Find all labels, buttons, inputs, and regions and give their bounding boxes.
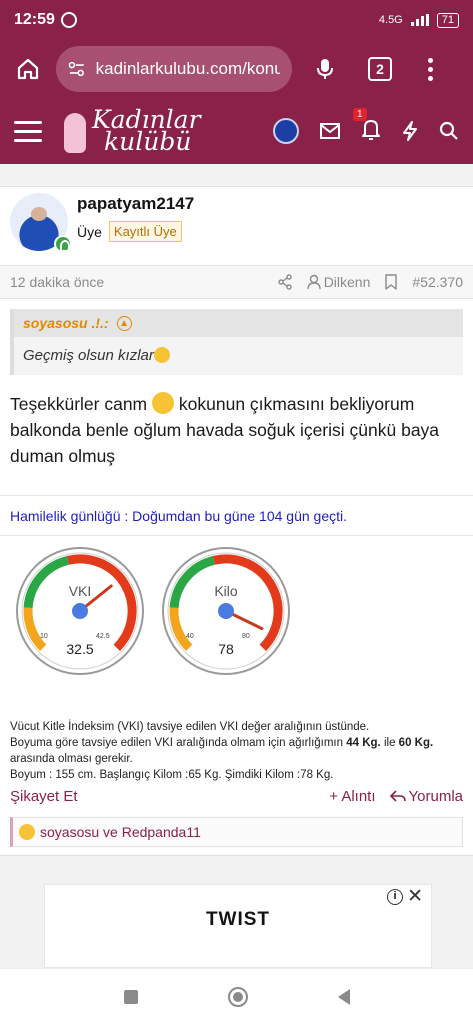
sad-reaction-icon xyxy=(19,824,35,840)
quote-block: soyasosu .!.: ▲ Geçmiş olsun kızlar xyxy=(10,309,463,375)
vki-gauge: VKI 10 42.5 32.5 xyxy=(14,545,146,677)
search-icon[interactable] xyxy=(439,121,459,141)
forum-post: papatyam2147 Üye Kayıtlı Üye 12 dakika ö… xyxy=(0,186,473,856)
url-text: kadinlarkulubu.com/konu xyxy=(95,59,280,78)
ad-info-icon[interactable]: i xyxy=(387,889,403,905)
home-icon xyxy=(17,58,39,80)
alerts-button[interactable]: 1 xyxy=(353,107,381,145)
alert-count-badge: 1 xyxy=(353,107,367,121)
person-icon xyxy=(306,274,321,290)
worried-emoji-icon xyxy=(152,392,175,414)
browser-menu-button[interactable] xyxy=(428,57,433,81)
reply-button[interactable]: Yorumla xyxy=(389,788,463,805)
username[interactable]: papatyam2147 xyxy=(77,194,194,214)
signature-line[interactable]: Hamilelik günlüğü : Doğumdan bu güne 104… xyxy=(0,495,473,536)
jump-up-icon[interactable]: ▲ xyxy=(116,315,132,331)
user-avatar[interactable] xyxy=(10,193,72,253)
listen-label: Dilkenn xyxy=(323,274,371,290)
lightning-icon[interactable] xyxy=(401,120,419,142)
post-message: Teşekkürler canm kokunun çıkmasını bekli… xyxy=(10,392,440,466)
reply-icon xyxy=(389,790,406,802)
site-settings-icon xyxy=(68,61,84,77)
browser-toolbar: kadinlarkulubu.com/konu 2 xyxy=(0,40,473,98)
logo-figure xyxy=(64,113,86,153)
home-button[interactable] xyxy=(0,57,56,81)
network-label: 4.5G xyxy=(378,14,403,26)
system-nav-bar xyxy=(0,968,473,1024)
site-header: Kadınlar kulübü 1 xyxy=(0,98,473,164)
vki-summary: Vücut Kitle İndeksim (VKI) tavsiye edile… xyxy=(10,721,434,781)
gauge-max: 80 xyxy=(242,633,250,640)
gauge-group: VKI 10 42.5 32.5 Kilo 40 80 78 xyxy=(14,545,292,677)
gauge-value: 78 xyxy=(218,641,234,657)
microphone-icon xyxy=(317,59,333,79)
ad-banner[interactable]: TWIST i ✕ xyxy=(44,884,432,968)
back-button[interactable] xyxy=(337,988,350,1005)
signal-icon xyxy=(410,14,429,26)
ad-title: TWIST xyxy=(205,909,271,930)
gauge-min: 40 xyxy=(186,633,194,640)
gauge-min: 10 xyxy=(40,633,48,640)
kilo-gauge: Kilo 40 80 78 xyxy=(160,545,292,677)
quote-header[interactable]: soyasosu .!.: ▲ xyxy=(14,309,463,337)
ad-close-icon[interactable]: ✕ xyxy=(407,885,423,908)
gauge-title: VKI xyxy=(68,583,92,599)
post-time[interactable]: 12 dakika önce xyxy=(10,274,104,290)
bell-icon xyxy=(362,119,380,140)
post-number[interactable]: #52.370 xyxy=(412,274,463,290)
logo-line2: kulübü xyxy=(104,127,192,156)
bookmark-icon[interactable] xyxy=(384,274,398,290)
online-status-icon xyxy=(54,235,72,253)
share-icon[interactable] xyxy=(277,274,293,290)
quote-text: Geçmiş olsun kızlar xyxy=(14,337,463,364)
gauge-value: 32.5 xyxy=(66,641,94,657)
status-icons: 4.5G 71 xyxy=(378,12,459,28)
voice-search-button[interactable] xyxy=(292,57,358,81)
whatsapp-icon xyxy=(60,12,77,28)
user-role: Üye xyxy=(77,223,102,240)
sad-emoji-icon xyxy=(153,347,170,363)
menu-icon[interactable] xyxy=(14,120,42,142)
address-bar[interactable]: kadinlarkulubu.com/konu xyxy=(56,46,292,92)
gauge-max: 42.5 xyxy=(96,633,110,640)
status-bar: 12:59 4.5G 71 xyxy=(0,0,473,40)
post-meta: 12 dakika önce Dilkenn #52.370 xyxy=(0,265,473,299)
listen-button[interactable]: Dilkenn xyxy=(306,274,371,290)
site-logo[interactable]: Kadınlar kulübü xyxy=(64,107,201,156)
page-content: papatyam2147 Üye Kayıtlı Üye 12 dakika ö… xyxy=(0,164,473,968)
reaction-users: soyasosu ve Redpanda11 xyxy=(40,824,201,840)
report-button[interactable]: Şikayet Et xyxy=(10,788,78,805)
post-author: papatyam2147 Üye Kayıtlı Üye xyxy=(10,193,194,253)
recents-button[interactable] xyxy=(123,989,138,1004)
home-nav-button[interactable] xyxy=(227,986,248,1007)
account-avatar[interactable] xyxy=(273,118,299,144)
reactions-bar[interactable]: soyasosu ve Redpanda11 xyxy=(10,817,463,847)
clock: 12:59 xyxy=(14,11,55,28)
inbox-icon[interactable] xyxy=(319,122,341,140)
battery-icon: 71 xyxy=(436,12,459,28)
post-actions: Şikayet Et + Alıntı Yorumla xyxy=(0,779,473,813)
quote-button[interactable]: + Alıntı xyxy=(329,788,375,805)
tab-switcher-button[interactable]: 2 xyxy=(368,57,392,81)
user-role-badge: Kayıtlı Üye xyxy=(108,221,182,242)
quote-author: soyasosu .!.: xyxy=(23,315,109,331)
gauge-title: Kilo xyxy=(214,583,238,599)
